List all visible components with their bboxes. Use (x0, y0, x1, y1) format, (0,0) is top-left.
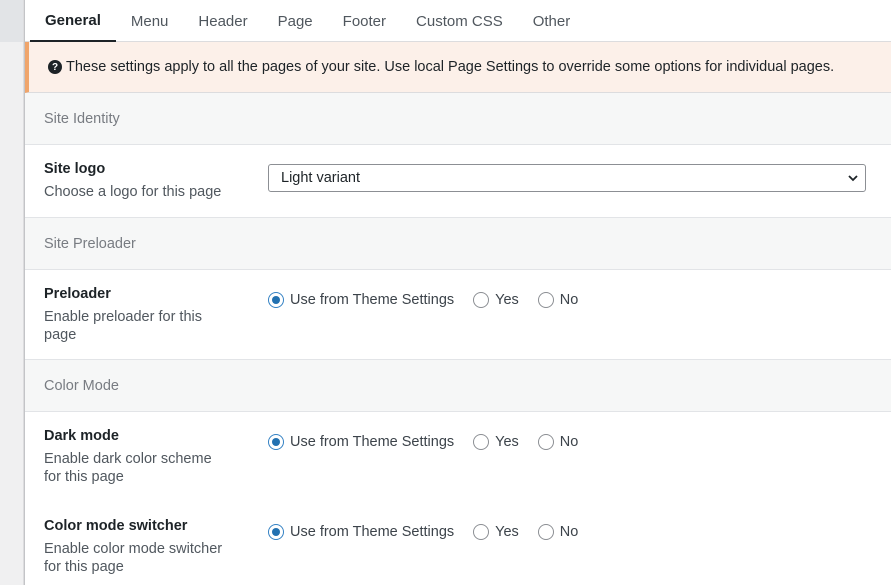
settings-panel: General Menu Header Page Footer Custom C… (24, 0, 891, 585)
site-logo-label-group: Site logo Choose a logo for this page (44, 161, 244, 201)
site-logo-select[interactable]: Light variant (268, 164, 866, 192)
site-logo-description: Choose a logo for this page (44, 184, 222, 200)
dark-mode-radio-group: Use from Theme Settings Yes No (268, 434, 597, 450)
admin-left-strip (0, 0, 24, 585)
preloader-option-theme[interactable]: Use from Theme Settings (268, 292, 454, 308)
chevron-down-icon (848, 175, 858, 182)
site-logo-select-value: Light variant (281, 170, 360, 186)
tab-header[interactable]: Header (183, 0, 262, 42)
preloader-description: Enable preloader for this page (44, 309, 202, 343)
radio-unchecked-icon[interactable] (537, 434, 554, 450)
preloader-option-yes[interactable]: Yes (473, 292, 519, 308)
section-site-identity: Site Identity (25, 93, 891, 145)
radio-unchecked-icon[interactable] (473, 434, 490, 450)
tab-general[interactable]: General (30, 0, 116, 42)
dark-mode-row: Dark mode Enable dark color scheme for t… (25, 412, 891, 502)
color-switcher-radio-group: Use from Theme Settings Yes No (268, 524, 597, 540)
section-site-preloader: Site Preloader (25, 218, 891, 270)
dark-mode-title: Dark mode (44, 428, 119, 444)
preloader-option-no[interactable]: No (537, 292, 578, 308)
color-switcher-title: Color mode switcher (44, 518, 188, 534)
info-notice: ? These settings apply to all the pages … (25, 42, 891, 93)
color-switcher-option-no[interactable]: No (537, 524, 578, 540)
tab-custom-css[interactable]: Custom CSS (401, 0, 518, 42)
radio-unchecked-icon[interactable] (537, 524, 554, 540)
site-logo-row: Site logo Choose a logo for this page Li… (25, 145, 891, 218)
dark-mode-option-theme[interactable]: Use from Theme Settings (268, 434, 454, 450)
preloader-label-group: Preloader Enable preloader for this page (44, 286, 224, 344)
radio-checked-icon[interactable] (268, 292, 284, 308)
radio-unchecked-icon[interactable] (473, 292, 490, 308)
preloader-title: Preloader (44, 286, 111, 302)
radio-checked-icon[interactable] (268, 524, 284, 540)
dark-mode-label-group: Dark mode Enable dark color scheme for t… (44, 428, 224, 486)
color-switcher-option-yes[interactable]: Yes (473, 524, 519, 540)
color-switcher-option-theme[interactable]: Use from Theme Settings (268, 524, 454, 540)
tab-menu[interactable]: Menu (116, 0, 184, 42)
dark-mode-option-no[interactable]: No (537, 434, 578, 450)
tab-footer[interactable]: Footer (328, 0, 401, 42)
color-switcher-row: Color mode switcher Enable color mode sw… (25, 502, 891, 585)
color-switcher-description: Enable color mode switcher for this page (44, 541, 223, 575)
radio-checked-icon[interactable] (268, 434, 284, 450)
tab-page[interactable]: Page (263, 0, 328, 42)
admin-menu-edge (0, 0, 23, 42)
radio-unchecked-icon[interactable] (537, 292, 554, 308)
notice-text: These settings apply to all the pages of… (66, 59, 835, 75)
preloader-row: Preloader Enable preloader for this page… (25, 270, 891, 360)
settings-tabs: General Menu Header Page Footer Custom C… (25, 0, 891, 42)
site-logo-title: Site logo (44, 161, 106, 177)
radio-unchecked-icon[interactable] (473, 524, 490, 540)
color-switcher-label-group: Color mode switcher Enable color mode sw… (44, 518, 229, 576)
preloader-radio-group: Use from Theme Settings Yes No (268, 292, 597, 308)
tab-other[interactable]: Other (518, 0, 586, 42)
dark-mode-description: Enable dark color scheme for this page (44, 451, 212, 485)
dark-mode-option-yes[interactable]: Yes (473, 434, 519, 450)
section-color-mode: Color Mode (25, 360, 891, 412)
question-circle-icon: ? (48, 60, 62, 74)
